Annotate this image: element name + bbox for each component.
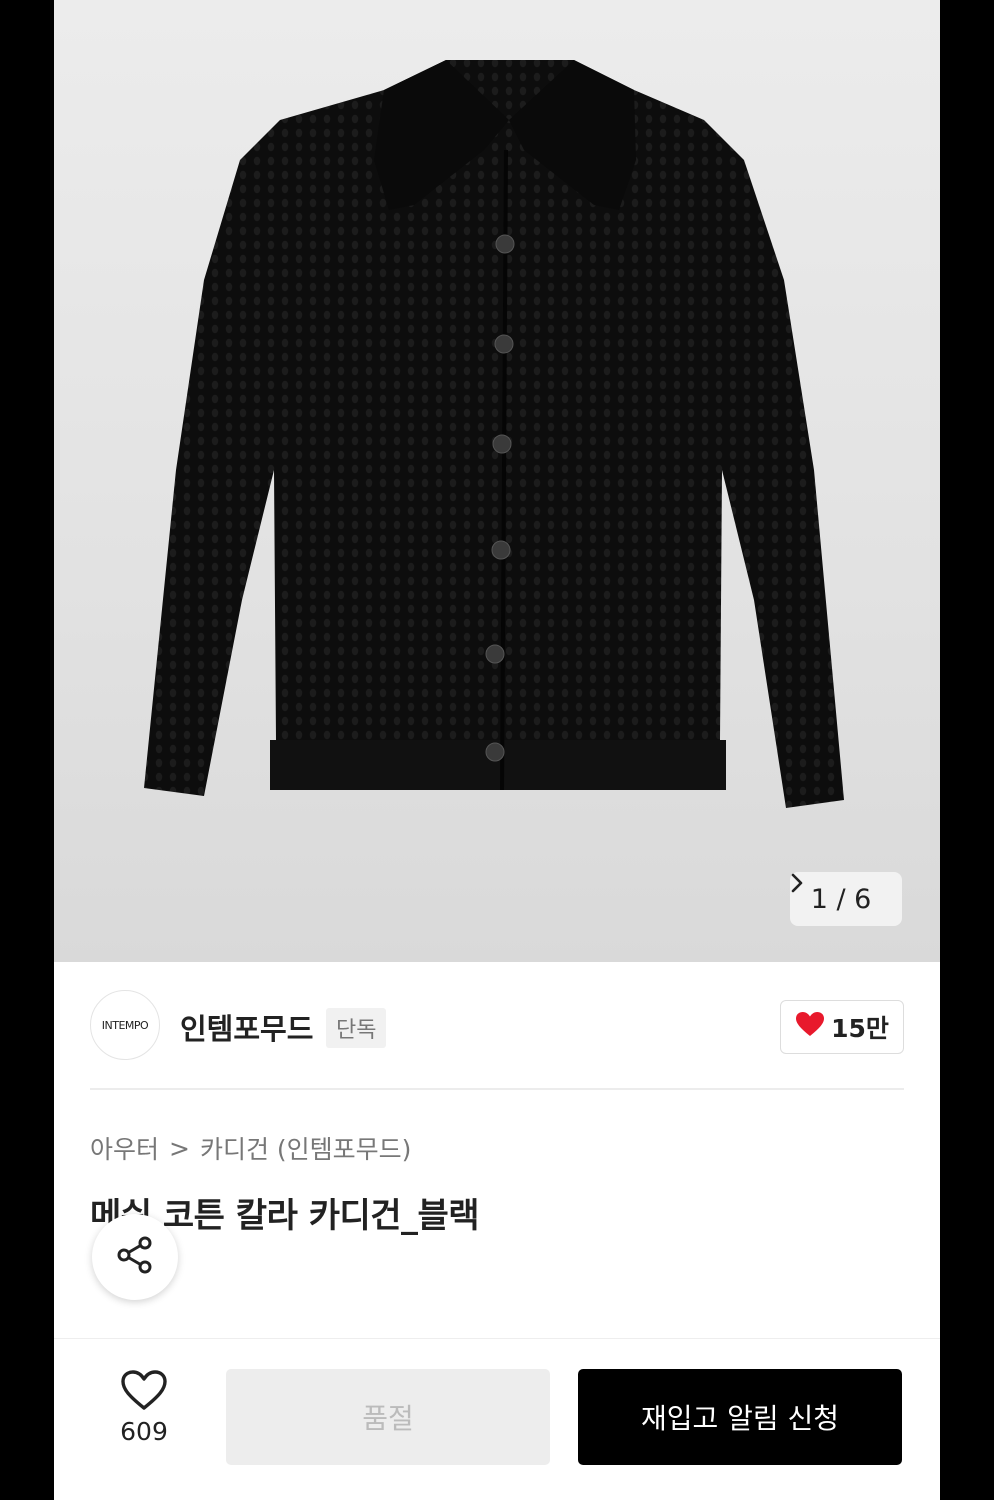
bottom-action-bar: 609 품절 재입고 알림 신청 [54, 1338, 940, 1500]
brand-logo-text: INTEMPO [101, 1018, 149, 1032]
heart-filled-icon [795, 1011, 825, 1043]
image-counter-text: 1 / 6 [810, 883, 872, 915]
soldout-button: 품절 [226, 1369, 550, 1465]
exclusive-badge: 단독 [326, 1008, 387, 1048]
product-image-gallery[interactable]: 1 / 6 [54, 0, 940, 962]
breadcrumb-separator: > [169, 1133, 190, 1163]
image-counter[interactable]: 1 / 6 [790, 872, 902, 926]
brand-like-button[interactable]: 15만 [780, 1000, 904, 1054]
breadcrumb-category[interactable]: 아우터 [90, 1130, 159, 1166]
product-image [144, 60, 844, 808]
restock-alert-button[interactable]: 재입고 알림 신청 [578, 1369, 902, 1465]
breadcrumb: 아우터 > 카디건 (인템포무드) [90, 1130, 411, 1166]
divider [90, 1088, 904, 1090]
brand-like-count: 15만 [831, 1014, 889, 1043]
breadcrumb-subcategory[interactable]: 카디건 (인템포무드) [200, 1130, 411, 1166]
heart-outline-icon [120, 1370, 168, 1415]
brand-logo[interactable]: INTEMPO [90, 990, 160, 1060]
wishlist-count: 609 [120, 1417, 168, 1446]
share-button[interactable] [92, 1214, 178, 1300]
app-screen: 1 / 6 INTEMPO 인템포무드 단독 15만 아우터 > 카디건 (인템… [54, 0, 940, 1500]
share-icon [113, 1233, 157, 1281]
brand-row: INTEMPO 인템포무드 단독 15만 [90, 990, 904, 1062]
wishlist-button[interactable]: 609 [96, 1369, 192, 1446]
brand-name[interactable]: 인템포무드 [180, 1006, 313, 1048]
